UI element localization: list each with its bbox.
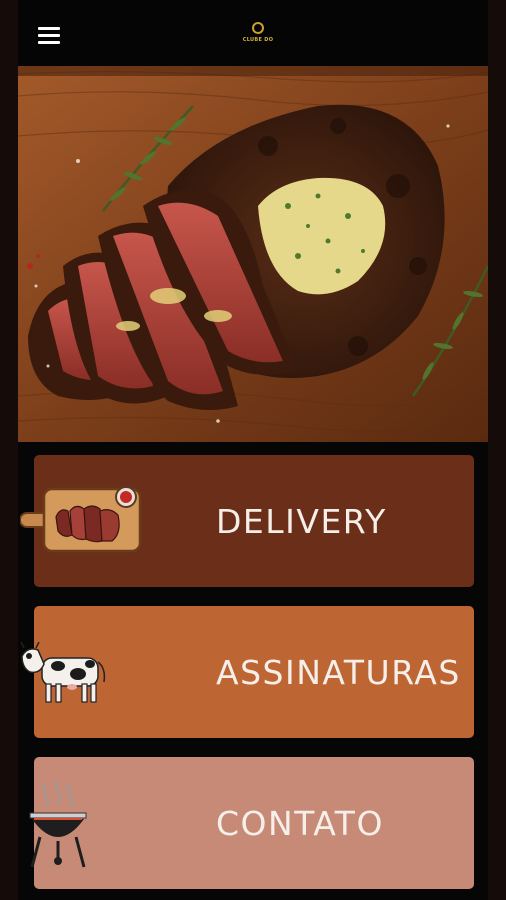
contato-label: CONTATO — [216, 803, 384, 843]
logo-mark-icon — [252, 22, 264, 34]
delivery-label: DELIVERY — [216, 501, 387, 541]
hero-steak-image — [18, 66, 488, 442]
cow-icon — [20, 641, 108, 706]
hamburger-menu-icon[interactable] — [38, 27, 60, 47]
top-bar: CLUBE DO — [18, 0, 488, 66]
delivery-button[interactable]: DELIVERY — [19, 455, 474, 587]
right-edge — [488, 0, 506, 900]
steak-board-icon — [19, 483, 146, 557]
steak-photo — [18, 66, 488, 442]
grill-icon — [26, 779, 90, 869]
club-logo: CLUBE DO — [236, 22, 280, 54]
contato-button[interactable]: CONTATO — [29, 757, 474, 889]
assinaturas-label: ASSINATURAS — [216, 652, 461, 692]
assinaturas-button[interactable]: ASSINATURAS — [20, 606, 474, 738]
logo-text: CLUBE DO — [242, 37, 274, 43]
app-screen: CLUBE DO DELIVERY ASSINATURAS CONTATO — [0, 0, 506, 900]
left-edge — [0, 0, 18, 900]
